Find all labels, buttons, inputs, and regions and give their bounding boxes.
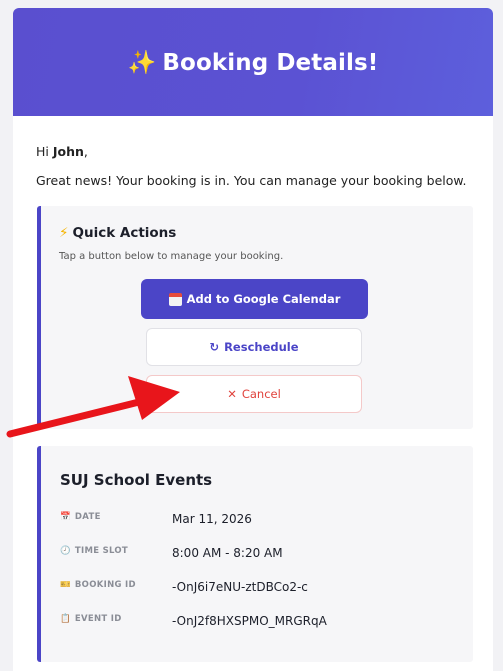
email-page: ✨ Booking Details! Hi John, Great news! Y…: [0, 0, 503, 671]
annotation-arrow-icon: [6, 376, 180, 438]
